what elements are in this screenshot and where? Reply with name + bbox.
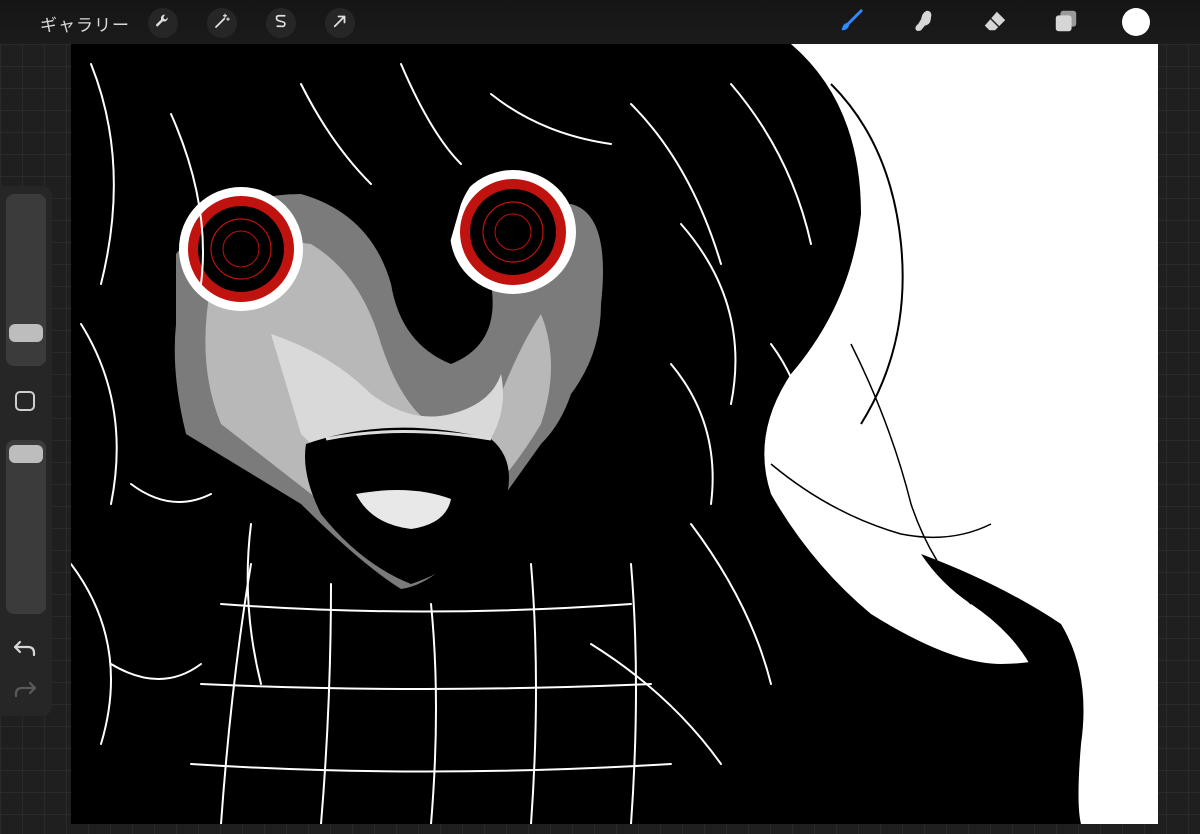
smudge-icon — [910, 8, 936, 38]
sidebar — [0, 186, 52, 716]
magic-wand-icon — [213, 12, 231, 34]
color-picker-button[interactable] — [1122, 8, 1150, 36]
layers-icon — [1053, 8, 1079, 38]
actions-button[interactable] — [148, 8, 178, 38]
arrow-cursor-icon — [331, 12, 349, 34]
redo-button[interactable] — [12, 677, 40, 701]
brush-size-thumb[interactable] — [9, 324, 43, 342]
redo-icon — [12, 681, 38, 705]
brush-size-slider[interactable] — [6, 194, 46, 366]
eraser-tool-button[interactable] — [980, 8, 1010, 38]
drawing-canvas[interactable] — [71, 44, 1158, 824]
eraser-icon — [982, 8, 1008, 38]
layers-button[interactable] — [1051, 8, 1081, 38]
selection-button[interactable] — [266, 8, 296, 38]
top-toolbar: ギャラリー — [0, 0, 1200, 44]
wrench-icon — [154, 12, 172, 34]
brush-icon — [838, 8, 864, 38]
undo-icon — [12, 640, 38, 664]
artwork — [71, 44, 1158, 824]
opacity-thumb[interactable] — [9, 445, 43, 463]
smudge-tool-button[interactable] — [908, 8, 938, 38]
transform-button[interactable] — [325, 8, 355, 38]
procreate-app: ギャラリー — [0, 0, 1200, 834]
modify-button[interactable] — [15, 391, 35, 411]
gallery-button[interactable]: ギャラリー — [40, 11, 130, 36]
opacity-slider[interactable] — [6, 440, 46, 614]
brush-tool-button[interactable] — [836, 8, 866, 38]
undo-button[interactable] — [12, 636, 40, 660]
selection-s-icon — [272, 12, 290, 34]
adjustments-button[interactable] — [207, 8, 237, 38]
